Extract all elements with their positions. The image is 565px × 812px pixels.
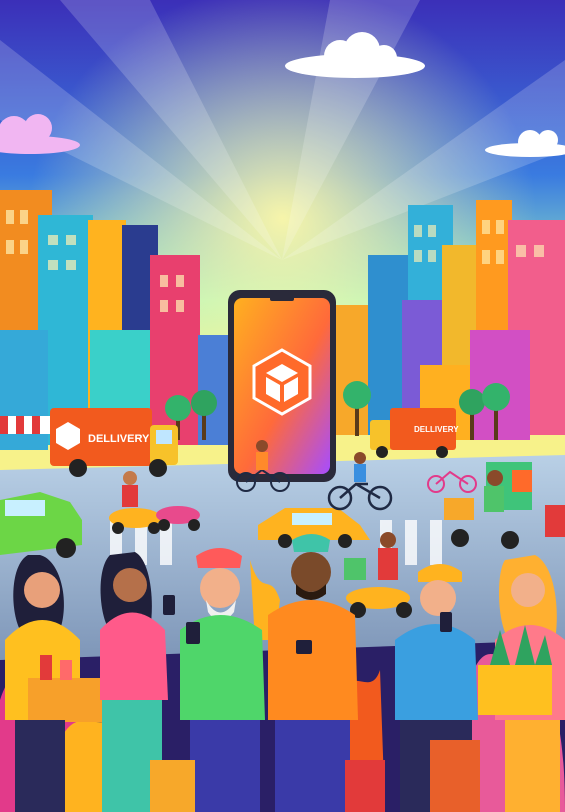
smartphone-icon [440,612,452,632]
scene-svg: DELLIVERY DELLIVERY [0,0,565,812]
smartphone-icon [228,290,336,482]
truck-right-label: DELLIVERY [414,425,459,434]
box-logo-icon [252,348,312,416]
truck-left-label: DELLIVERY [88,433,150,445]
delivery-illustration: DELLIVERY DELLIVERY [0,0,565,812]
smartphone-icon [296,640,312,654]
smartphone-icon [163,595,175,615]
smartphone-icon [186,622,200,644]
